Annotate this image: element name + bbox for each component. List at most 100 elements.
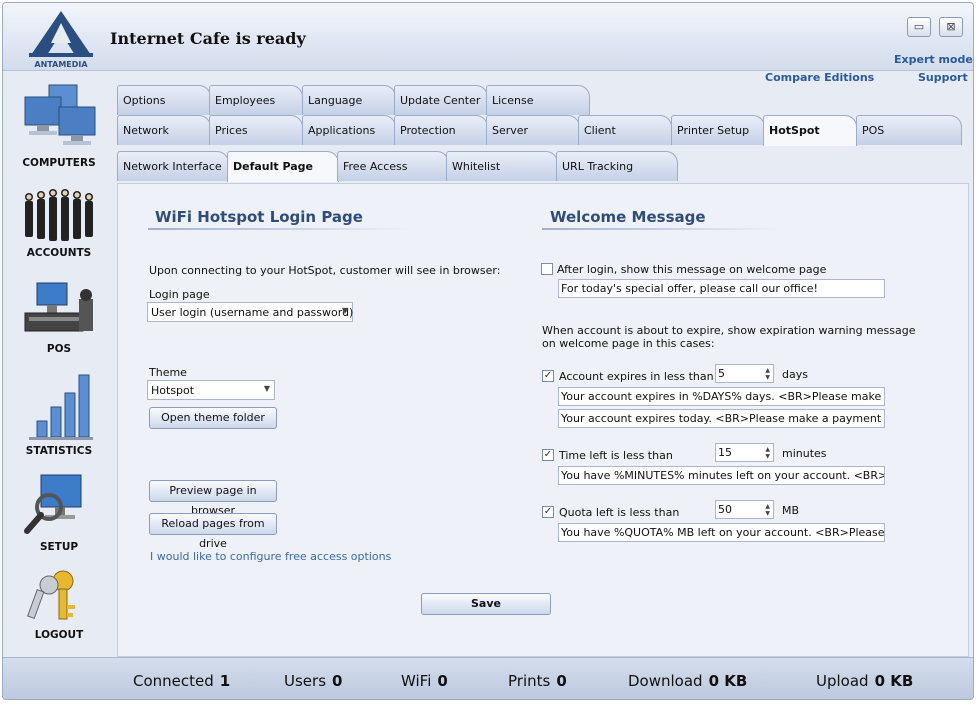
stepper-down-icon[interactable]: ▼ (765, 510, 770, 517)
expire-intro-line1: When account is about to expire, show ex… (542, 324, 916, 337)
status-connected-value: 1 (219, 672, 231, 690)
status-upload-value: 0 KB (874, 672, 914, 690)
account-expires-checkbox[interactable]: ✓ (542, 370, 554, 382)
antamedia-logo: ANTAMEDIA (29, 11, 93, 69)
status-download: Download 0 KB (628, 672, 747, 690)
stepper-down-icon[interactable]: ▼ (765, 453, 770, 460)
sidebar-item-setup[interactable]: SETUP (3, 471, 115, 553)
tab-pos[interactable]: POS (856, 115, 962, 145)
welcome-text-input[interactable]: For today's special offer, please call o… (558, 279, 885, 298)
chevron-down-icon: ▼ (341, 306, 348, 315)
status-users-label: Users (284, 672, 327, 690)
content-panel: WiFi Hotspot Login Page Upon connecting … (117, 183, 969, 657)
sidebar-item-statistics[interactable]: STATISTICS (3, 371, 115, 457)
tab-free-access[interactable]: Free Access (337, 151, 449, 181)
tab-applications[interactable]: Applications (302, 115, 396, 145)
app-window: ANTAMEDIA Internet Cafe is ready ▭ ⊠ Exp… (2, 2, 974, 700)
close-button[interactable]: ⊠ (939, 17, 963, 37)
tab-license[interactable]: License (486, 85, 590, 115)
status-wifi-value: 0 (437, 672, 448, 690)
account-expires-stepper[interactable]: 5 ▲ ▼ (715, 364, 774, 383)
time-left-stepper[interactable]: 15 ▲ ▼ (715, 443, 774, 462)
tab-server[interactable]: Server (486, 115, 580, 145)
time-left-checkbox[interactable]: ✓ (542, 449, 554, 461)
account-expires-msg1-input[interactable]: Your account expires in %DAYS% days. <BR… (558, 387, 885, 406)
status-prints: Prints 0 (508, 672, 567, 690)
welcome-message-title: Welcome Message (550, 208, 706, 226)
tab-row-2: Network Prices Applications Protection S… (117, 115, 969, 146)
preview-page-button[interactable]: Preview page in browser (149, 480, 277, 517)
reload-pages-button[interactable]: Reload pages from drive (149, 513, 277, 550)
pos-icon (24, 282, 93, 332)
status-wifi: WiFi 0 (401, 672, 448, 690)
free-access-link[interactable]: I would like to configure free access op… (150, 550, 391, 563)
intro-text: Upon connecting to your HotSpot, custome… (149, 264, 501, 277)
quota-msg-input[interactable]: You have %QUOTA% MB left on your account… (558, 523, 885, 542)
account-expires-unit: days (782, 368, 808, 381)
tab-network-interface[interactable]: Network Interface (117, 151, 229, 181)
quota-checkbox[interactable]: ✓ (542, 506, 554, 518)
status-bar: Connected 1 Users 0 WiFi 0 Prints 0 Download… (3, 657, 973, 699)
status-prints-label: Prints (508, 672, 551, 690)
quota-unit: MB (782, 504, 800, 517)
tab-protection[interactable]: Protection (394, 115, 488, 145)
compare-editions-link[interactable]: Compare Editions (765, 71, 874, 84)
tab-client[interactable]: Client (578, 115, 672, 145)
sidebar-item-accounts[interactable]: ACCOUNTS (3, 183, 115, 259)
expire-intro-line2: on welcome page in this cases: (542, 337, 715, 350)
tab-update-center[interactable]: Update Center (394, 85, 488, 115)
time-left-value: 15 (718, 446, 732, 459)
minimize-button[interactable]: ▭ (907, 17, 931, 37)
status-upload: Upload 0 KB (816, 672, 913, 690)
status-download-label: Download (628, 672, 703, 690)
account-expires-msg2-input[interactable]: Your account expires today. <BR>Please m… (558, 409, 885, 428)
quota-label: Quota left is less than (559, 506, 680, 519)
tab-options[interactable]: Options (117, 85, 211, 115)
tab-hotspot[interactable]: HotSpot (763, 115, 857, 146)
support-link[interactable]: Support (918, 71, 968, 84)
tab-default-page[interactable]: Default Page (227, 151, 339, 182)
time-left-msg-input[interactable]: You have %MINUTES% minutes left on your … (558, 466, 885, 485)
logo-text: ANTAMEDIA (34, 60, 88, 69)
sidebar-item-pos[interactable]: POS (3, 279, 115, 355)
setup-icon (24, 474, 82, 534)
account-expires-value: 5 (718, 367, 725, 380)
computers-icon (24, 84, 96, 145)
tab-prices[interactable]: Prices (209, 115, 303, 145)
account-expires-label: Account expires in less than (559, 370, 714, 383)
hotspot-login-title: WiFi Hotspot Login Page (155, 208, 363, 226)
status-connected-label: Connected (133, 672, 214, 690)
tab-language[interactable]: Language (302, 85, 396, 115)
sidebar: COMPUTERS ACCOUNTS POS STATISTICS SETUP … (3, 73, 115, 657)
tab-whitelist[interactable]: Whitelist (446, 151, 558, 181)
quota-value: 50 (718, 503, 732, 516)
tab-employees[interactable]: Employees (209, 85, 303, 115)
tab-row-1: Options Employees Language Update Center… (117, 85, 597, 115)
sidebar-item-logout[interactable]: LOGOUT (3, 565, 115, 641)
quota-stepper[interactable]: 50 ▲ ▼ (715, 500, 774, 519)
save-button[interactable]: Save (421, 593, 551, 615)
chevron-down-icon: ▼ (263, 384, 270, 393)
login-page-select[interactable]: User login (username and password) ▼ (147, 302, 353, 322)
tab-printer-setup[interactable]: Printer Setup (671, 115, 765, 145)
open-theme-folder-button[interactable]: Open theme folder (149, 407, 277, 429)
theme-select[interactable]: Hotspot ▼ (147, 380, 275, 400)
status-users-value: 0 (332, 672, 343, 690)
theme-value: Hotspot (151, 384, 195, 397)
tab-url-tracking[interactable]: URL Tracking (556, 151, 678, 181)
stepper-up-icon[interactable]: ▲ (765, 446, 770, 453)
accounts-icon (25, 189, 93, 241)
status-prints-value: 0 (556, 672, 567, 690)
status-connected: Connected 1 (133, 672, 230, 690)
after-login-checkbox[interactable] (541, 263, 553, 275)
tab-row-3: Network Interface Default Page Free Acce… (117, 151, 687, 182)
header-bar: ANTAMEDIA Internet Cafe is ready ▭ ⊠ Exp… (3, 3, 973, 84)
status-users: Users 0 (284, 672, 342, 690)
expert-mode-link[interactable]: Expert mode (894, 53, 973, 66)
tab-network[interactable]: Network (117, 115, 211, 145)
stepper-down-icon[interactable]: ▼ (765, 374, 770, 381)
sidebar-item-computers[interactable]: COMPUTERS (3, 83, 115, 169)
stepper-up-icon[interactable]: ▲ (765, 503, 770, 510)
stepper-up-icon[interactable]: ▲ (765, 367, 770, 374)
theme-label: Theme (149, 366, 187, 379)
